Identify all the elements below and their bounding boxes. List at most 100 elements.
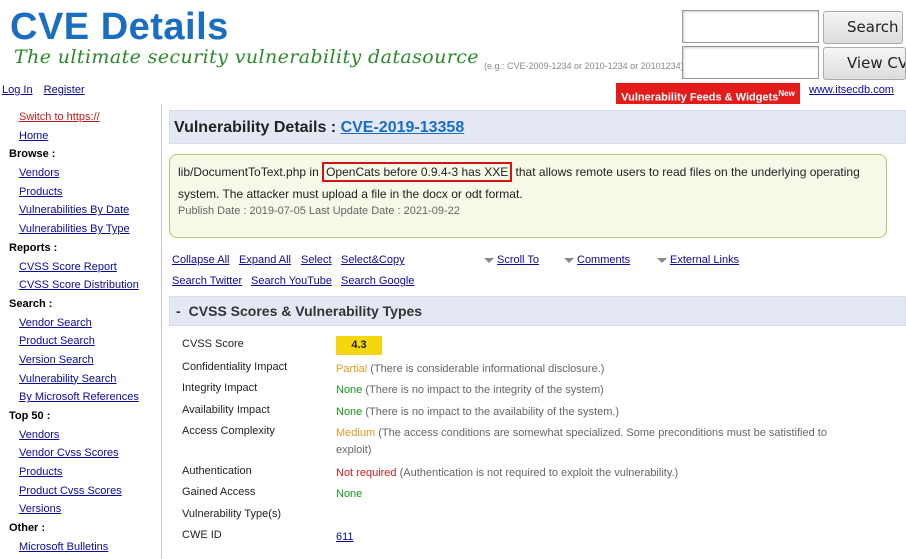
integrity-level: None <box>336 384 363 396</box>
switch-https-link[interactable]: Switch to https:// <box>19 111 100 123</box>
sidebar-item-switch-https: Switch to https:// <box>0 108 160 127</box>
vendor-search-link[interactable]: Vendor Search <box>19 317 92 329</box>
search-input[interactable] <box>682 10 819 43</box>
description-prefix: lib/DocumentToText.php in <box>178 165 319 179</box>
integrity-value: None (There is no impact to the integrit… <box>336 382 836 399</box>
expand-all-link[interactable]: Expand All <box>239 250 291 271</box>
cve-id-input[interactable] <box>682 46 819 79</box>
authentication-label: Authentication <box>182 465 252 477</box>
vulnerability-search-link[interactable]: Vulnerability Search <box>19 373 116 385</box>
cvss-score-report-link[interactable]: CVSS Score Report <box>19 261 117 273</box>
top-products-link[interactable]: Products <box>19 466 62 478</box>
scroll-to-label: Scroll To <box>497 254 539 266</box>
sidebar-item-vulns-by-type: Vulnerabilities By Type <box>0 220 160 239</box>
sidebar-item-home: Home <box>0 127 160 146</box>
chevron-down-icon <box>657 257 667 263</box>
vendor-cvss-scores-link[interactable]: Vendor Cvss Scores <box>19 447 119 459</box>
register-link[interactable]: Register <box>44 84 85 96</box>
external-links-label: External Links <box>670 254 740 266</box>
cvss-score-distribution-link[interactable]: CVSS Score Distribution <box>19 279 139 291</box>
availability-desc: (There is no impact to the availability … <box>365 406 620 418</box>
collapse-toggle[interactable]: - <box>176 303 181 319</box>
cve-id-link[interactable]: CVE-2019-13358 <box>341 119 465 136</box>
collapse-all-link[interactable]: Collapse All <box>172 250 229 271</box>
access-complexity-label: Access Complexity <box>182 425 275 437</box>
login-link[interactable]: Log In <box>2 84 33 96</box>
select-copy-link[interactable]: Select&Copy <box>341 250 405 271</box>
ms-references-link[interactable]: By Microsoft References <box>19 391 139 403</box>
ms-bulletins-link[interactable]: Microsoft Bulletins <box>19 541 108 553</box>
gained-access-level: None <box>336 488 363 500</box>
itsecdb-link[interactable]: www.itsecdb.com <box>809 84 894 96</box>
vulns-by-date-link[interactable]: Vulnerabilities By Date <box>19 204 129 216</box>
page-toolbar: Collapse All Expand All Select Select&Co… <box>172 250 892 292</box>
browse-vendors-link[interactable]: Vendors <box>19 167 59 179</box>
chevron-down-icon <box>564 257 574 263</box>
scroll-to-link[interactable]: Scroll To <box>484 250 539 271</box>
browse-products-link[interactable]: Products <box>19 186 62 198</box>
cvss-section-title: CVSS Scores & Vulnerability Types <box>188 303 423 319</box>
product-cvss-scores-link[interactable]: Product Cvss Scores <box>19 485 122 497</box>
top-vendors-link[interactable]: Vendors <box>19 429 59 441</box>
cvss-section-header[interactable]: - CVSS Scores & Vulnerability Types <box>169 296 906 326</box>
sidebar-item-versions: Versions <box>0 500 160 519</box>
page-title: Vulnerability Details : CVE-2019-13358 <box>169 110 906 144</box>
product-search-link[interactable]: Product Search <box>19 335 95 347</box>
cwe-id-link[interactable]: 611 <box>336 531 354 543</box>
search-youtube-link[interactable]: Search YouTube <box>251 271 332 292</box>
account-links: Log In Register <box>2 84 93 96</box>
search-button[interactable]: Search <box>823 11 903 44</box>
sidebar-item-ms-references: By Microsoft References <box>0 388 160 407</box>
access-complexity-desc: (The access conditions are somewhat spec… <box>336 427 827 456</box>
sidebar-item-version-search: Version Search <box>0 351 160 370</box>
availability-value: None (There is no impact to the availabi… <box>336 404 836 421</box>
external-links-link[interactable]: External Links <box>657 250 739 271</box>
site-header: CVE Details The ultimate security vulner… <box>0 0 906 108</box>
vulnerability-feeds-button[interactable]: Vulnerability Feeds & WidgetsNew <box>616 83 800 104</box>
sidebar-item-vendor-cvss: Vendor Cvss Scores <box>0 444 160 463</box>
vulnerability-description: lib/DocumentToText.php in OpenCats befor… <box>178 161 878 205</box>
confidentiality-label: Confidentiality Impact <box>182 361 288 373</box>
reports-heading: Reports : <box>9 241 58 254</box>
sidebar-item-cvss-report: CVSS Score Report <box>0 258 160 277</box>
view-cve-button[interactable]: View CVE <box>823 47 906 80</box>
sidebar-item-vulns-by-date: Vulnerabilities By Date <box>0 201 160 220</box>
authentication-value: Not required (Authentication is not requ… <box>336 465 836 482</box>
sidebar-item-product-cvss: Product Cvss Scores <box>0 482 160 501</box>
site-logo[interactable]: CVE Details <box>10 6 229 49</box>
availability-label: Availability Impact <box>182 404 270 416</box>
select-link[interactable]: Select <box>301 250 332 271</box>
toolbar-row-2: Search Twitter Search YouTube Search Goo… <box>172 271 892 292</box>
sidebar-item-vulnerability-search: Vulnerability Search <box>0 370 160 389</box>
browse-heading: Browse : <box>9 148 56 161</box>
availability-level: None <box>336 406 363 418</box>
confidentiality-desc: (There is considerable informational dis… <box>370 363 605 375</box>
version-search-link[interactable]: Version Search <box>19 354 94 366</box>
vulns-by-type-link[interactable]: Vulnerabilities By Type <box>19 223 130 235</box>
vuln-type-label: Vulnerability Type(s) <box>182 508 282 520</box>
search-google-link[interactable]: Search Google <box>341 271 414 292</box>
search-twitter-link[interactable]: Search Twitter <box>172 271 242 292</box>
comments-label: Comments <box>577 254 631 266</box>
home-link[interactable]: Home <box>19 130 48 142</box>
cvss-score-badge: 4.3 <box>336 336 382 355</box>
sidebar-item-top-vendors: Vendors <box>0 426 160 445</box>
confidentiality-level: Partial <box>336 363 368 375</box>
chevron-down-icon <box>484 257 494 263</box>
authentication-level: Not required <box>336 467 397 479</box>
sidebar: Switch to https:// Home Browse : Vendors… <box>0 104 162 559</box>
comments-link[interactable]: Comments <box>564 250 630 271</box>
page-title-prefix: Vulnerability Details : <box>174 119 337 136</box>
sidebar-item-cvss-distribution: CVSS Score Distribution <box>0 276 160 295</box>
new-badge: New <box>778 89 795 98</box>
confidentiality-value: Partial (There is considerable informati… <box>336 361 836 378</box>
cvss-score-value: 4.3 <box>336 336 836 355</box>
sidebar-item-vendor-search: Vendor Search <box>0 314 160 333</box>
access-complexity-value: Medium (The access conditions are somewh… <box>336 425 836 459</box>
integrity-desc: (There is no impact to the integrity of … <box>365 384 604 396</box>
description-highlight: OpenCats before 0.9.4-3 has XXE <box>322 162 513 182</box>
top-versions-link[interactable]: Versions <box>19 503 61 515</box>
site-tagline: The ultimate security vulnerability data… <box>14 46 479 68</box>
integrity-label: Integrity Impact <box>182 382 258 394</box>
access-complexity-level: Medium <box>336 427 376 439</box>
